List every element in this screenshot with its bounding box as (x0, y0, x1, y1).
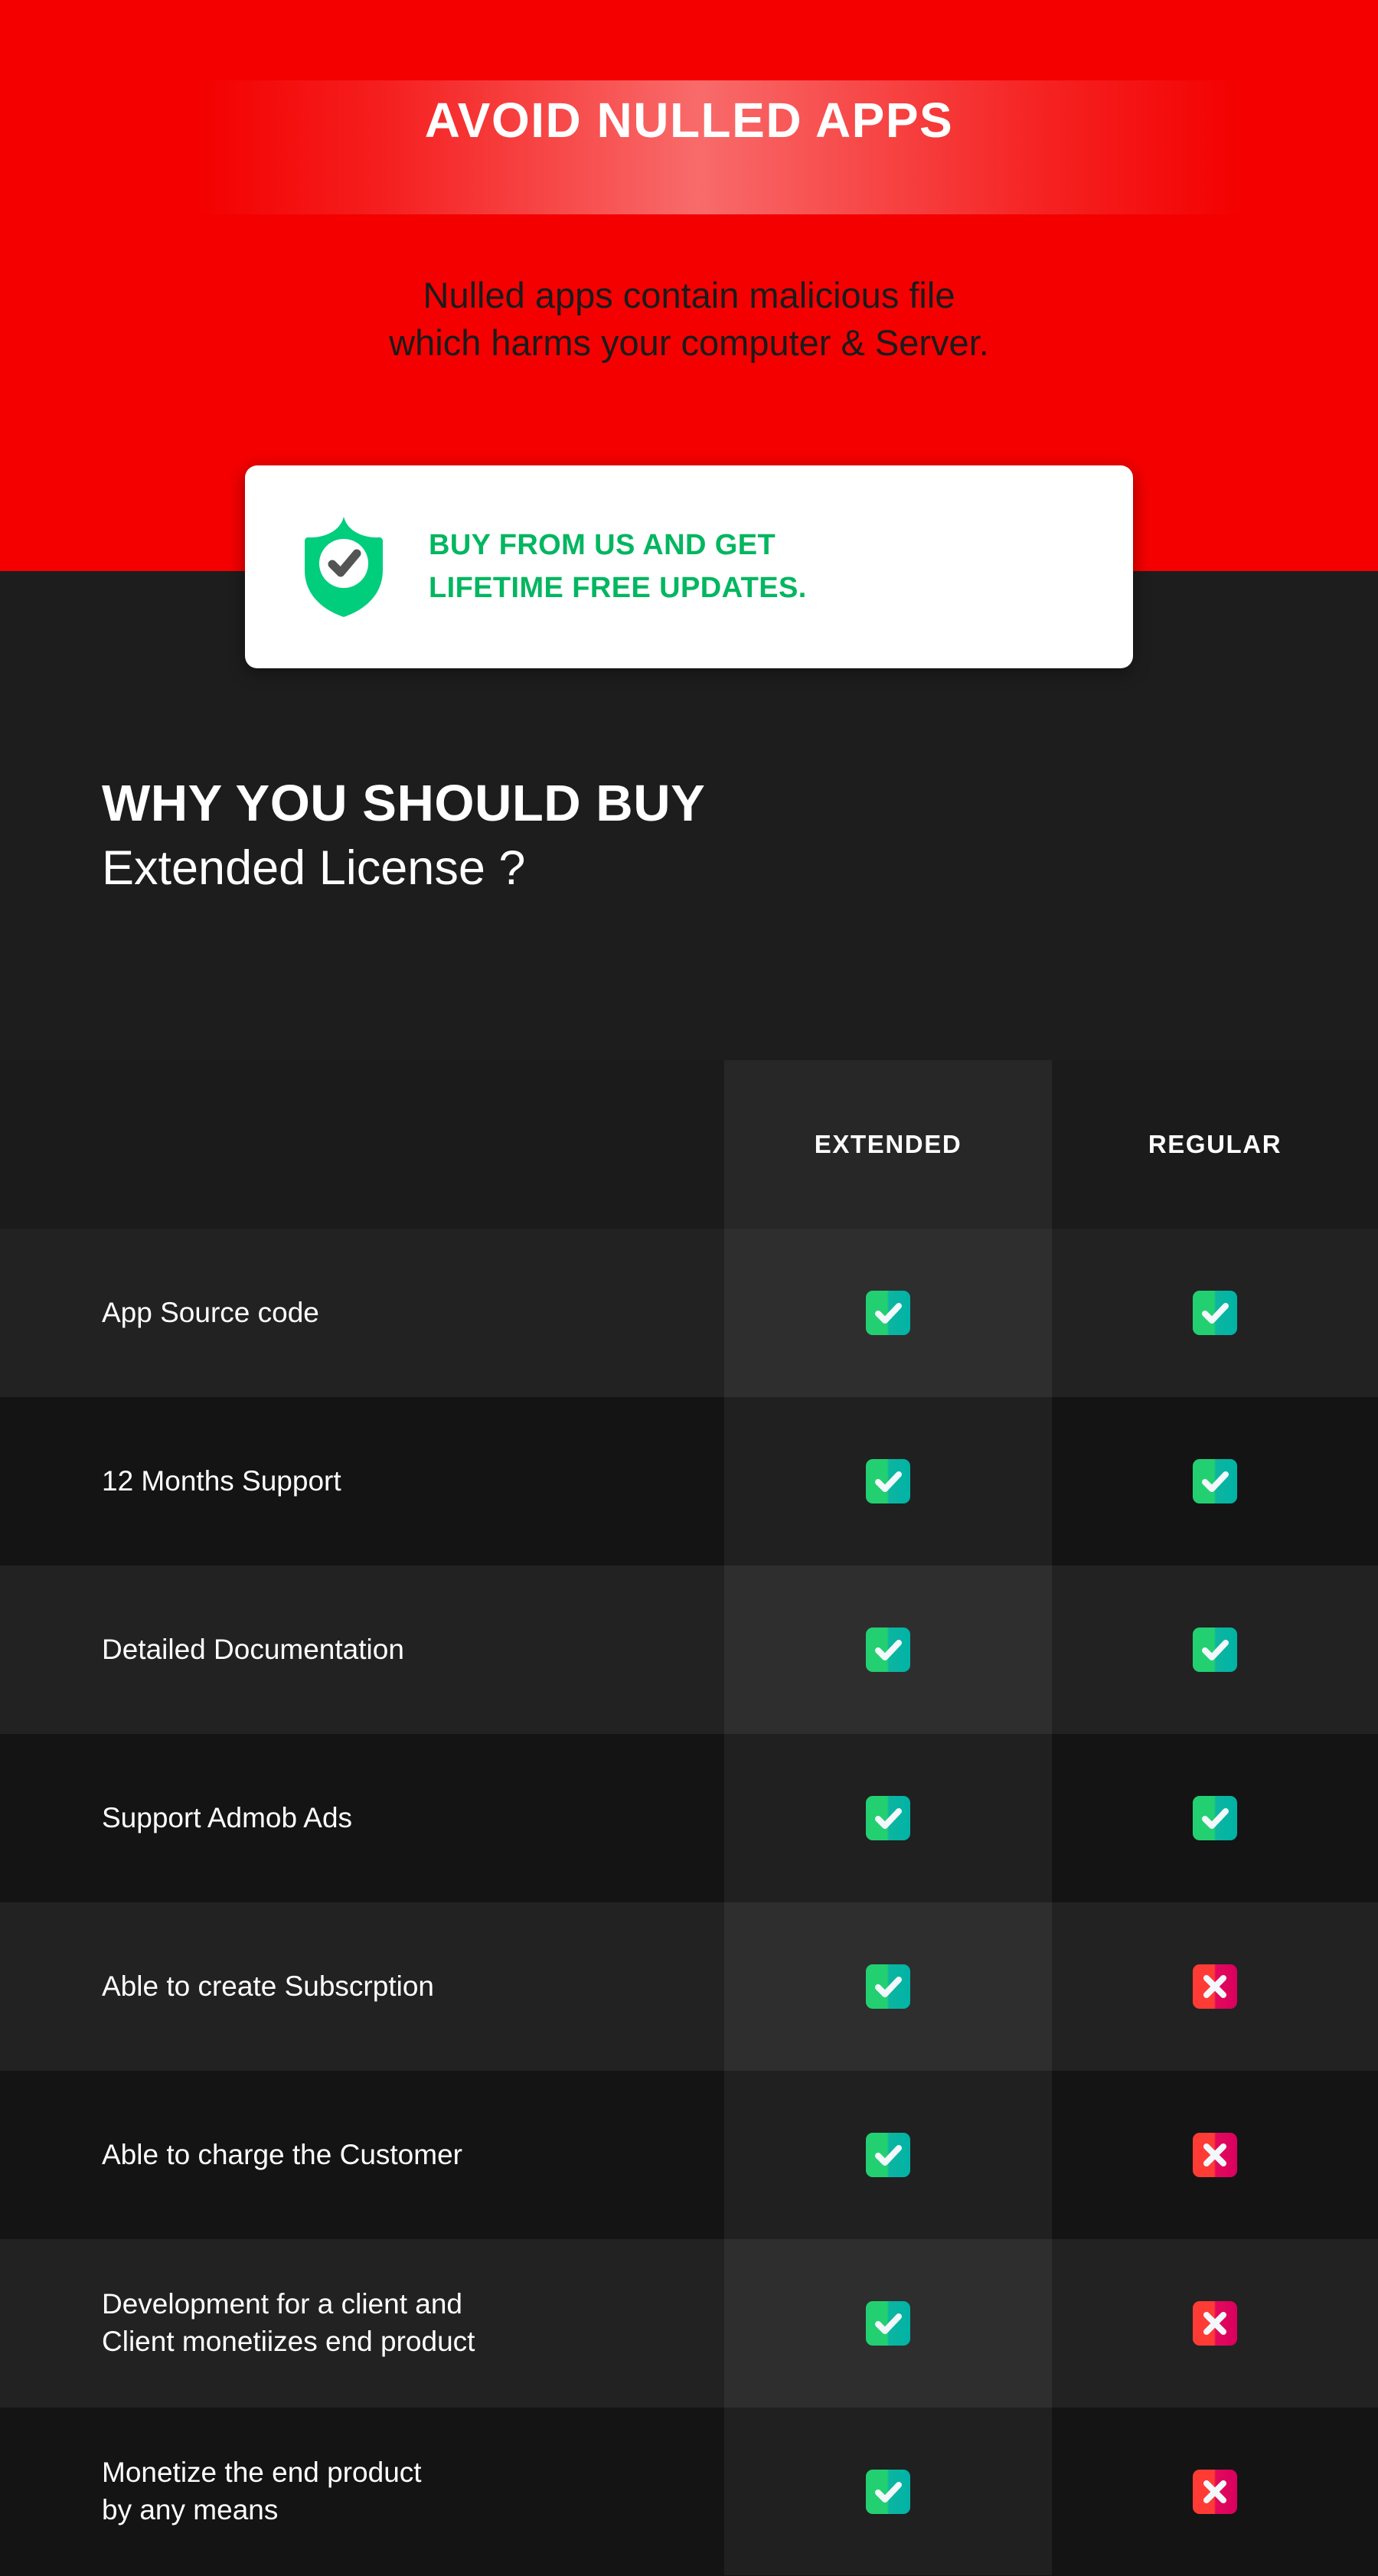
section-heading-line-1: WHY YOU SHOULD BUY (102, 775, 706, 832)
cell-extended (724, 2470, 1052, 2514)
check-square-icon (1193, 1628, 1237, 1672)
promo-text-line-2: LIFETIME FREE UPDATES. (429, 571, 807, 604)
feature-label-line: Detailed Documentation (102, 1633, 404, 1665)
check-square-icon (866, 1796, 910, 1840)
cross-square-icon (1193, 1964, 1237, 2009)
cell-regular (1052, 2470, 1378, 2514)
table-row: Development for a client and Client monet… (0, 2239, 1378, 2408)
promo-text-line-1: BUY FROM US AND GET (429, 529, 776, 562)
cell-extended (724, 1628, 1052, 1672)
check-square-icon (866, 2301, 910, 2346)
feature-label-line: by any means (102, 2494, 279, 2525)
cell-regular (1052, 1291, 1378, 1335)
feature-label-line: Able to create Subscrption (102, 1970, 434, 2002)
feature-label-line: Client monetiizes end product (102, 2326, 475, 2357)
promo-card: BUY FROM US AND GET LIFETIME FREE UPDATE… (245, 465, 1133, 668)
table-header-extended-cell: EXTENDED (724, 1130, 1052, 1159)
feature-label: Able to create Subscrption (0, 1968, 724, 2006)
table-header-regular-cell: REGULAR (1052, 1130, 1378, 1159)
cell-regular (1052, 1459, 1378, 1503)
cross-square-icon (1193, 2133, 1237, 2177)
feature-label: Detailed Documentation (0, 1631, 724, 1669)
feature-label-line: App Source code (102, 1296, 319, 1328)
section-heading: WHY YOU SHOULD BUY Extended License ? (102, 775, 1097, 898)
cell-extended (724, 1291, 1052, 1335)
table-row: Support Admob Ads (0, 1734, 1378, 1902)
table-row: Able to charge the Customer (0, 2071, 1378, 2239)
promo-text: BUY FROM US AND GET LIFETIME FREE UPDATE… (429, 524, 807, 609)
cell-regular (1052, 1628, 1378, 1672)
feature-label-line: Able to charge the Customer (102, 2138, 462, 2170)
comparison-table: EXTENDED REGULAR App Source code 12 Month… (0, 1060, 1378, 2576)
feature-label-line: Development for a client and (102, 2288, 462, 2320)
feature-label: 12 Months Support (0, 1463, 724, 1500)
check-square-icon (1193, 1291, 1237, 1335)
hero-subtitle-line-2: which harms your computer & Server. (389, 322, 989, 364)
table-row: Monetize the end product by any means (0, 2408, 1378, 2576)
cell-regular (1052, 1796, 1378, 1840)
cell-regular (1052, 2301, 1378, 2346)
feature-label: Support Admob Ads (0, 1800, 724, 1837)
cell-extended (724, 1964, 1052, 2009)
column-header-regular: REGULAR (1148, 1130, 1282, 1158)
shield-check-icon (302, 515, 386, 619)
feature-label: Monetize the end product by any means (0, 2454, 724, 2529)
hero-title: AVOID NULLED APPS (424, 93, 954, 148)
table-header-row: EXTENDED REGULAR (0, 1060, 1378, 1229)
check-square-icon (866, 1291, 910, 1335)
cell-extended (724, 1459, 1052, 1503)
cell-extended (724, 2301, 1052, 2346)
hero-subtitle-line-1: Nulled apps contain malicious file (423, 275, 955, 315)
check-square-icon (866, 1459, 910, 1503)
cell-extended (724, 1796, 1052, 1840)
section-heading-line-2: Extended License ? (102, 841, 526, 896)
table-row: App Source code (0, 1229, 1378, 1397)
table-row: Able to create Subscrption (0, 1902, 1378, 2071)
hero-subtitle: Nulled apps contain malicious file which… (0, 272, 1378, 367)
feature-label: App Source code (0, 1295, 724, 1332)
cross-square-icon (1193, 2470, 1237, 2514)
feature-label: Able to charge the Customer (0, 2137, 724, 2174)
table-row: 12 Months Support (0, 1397, 1378, 1566)
table-row: Detailed Documentation (0, 1566, 1378, 1734)
cross-square-icon (1193, 2301, 1237, 2346)
feature-label-line: Support Admob Ads (102, 1801, 353, 1833)
cell-regular (1052, 2133, 1378, 2177)
cell-regular (1052, 1964, 1378, 2009)
feature-label: Development for a client and Client monet… (0, 2286, 724, 2361)
check-square-icon (866, 1628, 910, 1672)
check-square-icon (1193, 1796, 1237, 1840)
check-square-icon (866, 2133, 910, 2177)
pricing-comparison-page: AVOID NULLED APPS Nulled apps contain ma… (0, 0, 1378, 2576)
check-square-icon (1193, 1459, 1237, 1503)
column-header-extended: EXTENDED (814, 1130, 962, 1158)
cell-extended (724, 2133, 1052, 2177)
feature-label-line: Monetize the end product (102, 2457, 422, 2489)
feature-label-line: 12 Months Support (102, 1464, 341, 1497)
check-square-icon (866, 2470, 910, 2514)
check-square-icon (866, 1964, 910, 2009)
